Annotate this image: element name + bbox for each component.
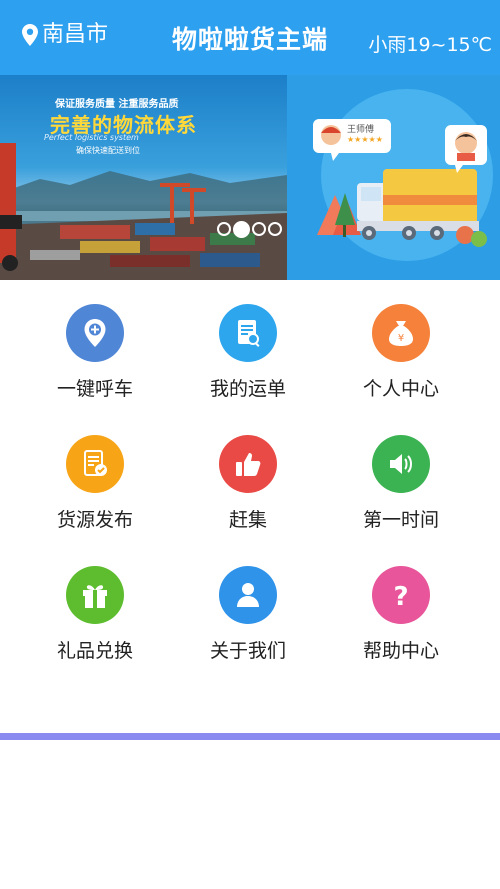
menu-item-publish-goods[interactable]: 货源发布 <box>15 435 175 531</box>
menu-item-personal-center[interactable]: ¥ 个人中心 <box>321 304 481 400</box>
bottom-divider <box>0 733 500 740</box>
menu-label: 帮助中心 <box>362 640 439 662</box>
location-plus-icon <box>66 304 124 362</box>
money-bag-icon: ¥ <box>372 304 430 362</box>
weather-text: 小雨19~15℃ <box>368 34 492 56</box>
document-check-icon <box>66 435 124 493</box>
menu-label: 我的运单 <box>209 378 286 400</box>
menu-item-my-orders[interactable]: 我的运单 <box>168 304 328 400</box>
menu-label: 货源发布 <box>56 509 133 531</box>
gift-icon <box>66 566 124 624</box>
svg-text:¥: ¥ <box>398 333 404 344</box>
carousel-dot-active[interactable] <box>233 221 250 238</box>
question-icon: ? <box>372 566 430 624</box>
menu-label: 第一时间 <box>362 509 439 531</box>
carousel-dot[interactable] <box>268 222 282 236</box>
user-icon <box>219 566 277 624</box>
banner-english-subtitle: Perfect logistics system <box>44 133 139 142</box>
carousel-dot[interactable] <box>217 222 231 236</box>
carousel-dots <box>217 221 282 238</box>
menu-label: 一键呼车 <box>56 378 133 400</box>
menu-label: 礼品兑换 <box>56 640 133 662</box>
menu-item-help-center[interactable]: ? 帮助中心 <box>321 566 481 662</box>
menu-item-first-time[interactable]: 第一时间 <box>321 435 481 531</box>
menu-label: 赶集 <box>228 509 267 531</box>
menu-item-market[interactable]: 赶集 <box>168 435 328 531</box>
menu-label: 个人中心 <box>362 378 439 400</box>
banner-slide-driver[interactable]: 王师傅 ★★★★★ <box>287 75 500 280</box>
menu-label: 关于我们 <box>209 640 286 662</box>
menu-item-about-us[interactable]: 关于我们 <box>168 566 328 662</box>
svg-text:?: ? <box>393 582 408 612</box>
app-header: 南昌市 物啦啦货主端 小雨19~15℃ <box>0 0 500 75</box>
speaker-icon <box>372 435 430 493</box>
banner-subline: 确保快速配送到位 <box>76 146 140 155</box>
driver-rating: ★★★★★ <box>347 135 383 144</box>
truck-illustration <box>313 89 493 261</box>
banner-slide-logistics[interactable]: 保证服务质量 注重服务品质 完善的物流体系 Perfect logistics … <box>0 75 287 280</box>
driver-name: 王师傅 <box>347 125 375 135</box>
menu-item-call-car[interactable]: 一键呼车 <box>15 304 175 400</box>
thumbs-up-icon <box>219 435 277 493</box>
banner-carousel[interactable]: 保证服务质量 注重服务品质 完善的物流体系 Perfect logistics … <box>0 75 500 280</box>
document-search-icon <box>219 304 277 362</box>
carousel-dot[interactable] <box>252 222 266 236</box>
menu-item-gift-exchange[interactable]: 礼品兑换 <box>15 566 175 662</box>
banner-tagline: 保证服务质量 注重服务品质 <box>55 99 179 110</box>
